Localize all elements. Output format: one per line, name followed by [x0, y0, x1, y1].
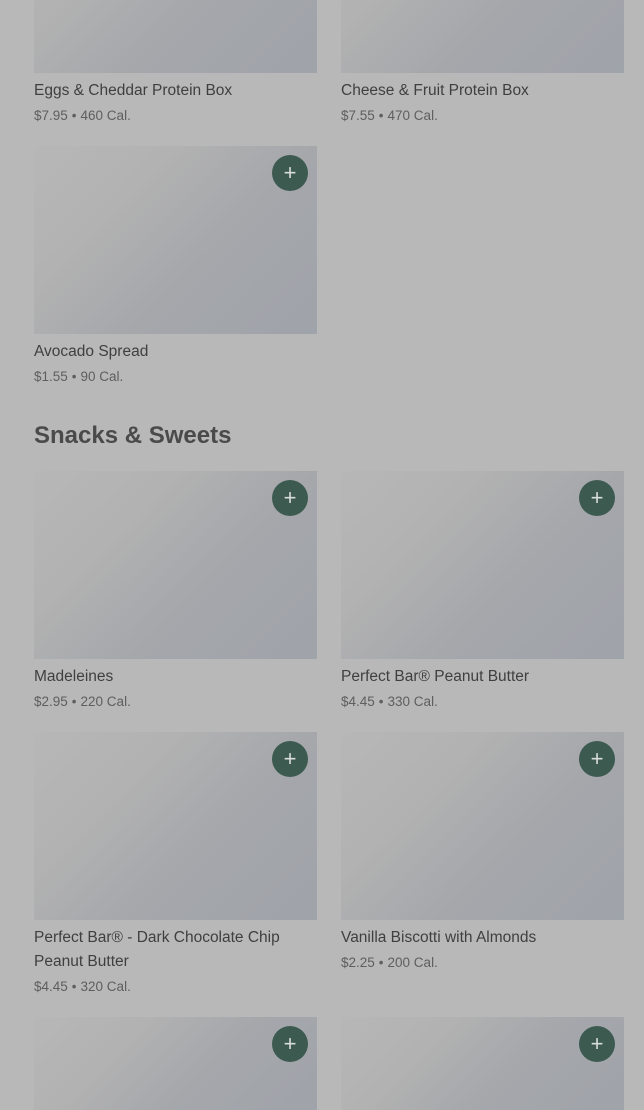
- product-price: $2.95: [34, 694, 68, 709]
- separator-dot: •: [378, 108, 384, 123]
- product-meta: $4.45 • 320 Cal.: [34, 975, 317, 999]
- product-card[interactable]: Cheese & Fruit Protein Box $7.55 • 470 Cal…: [341, 0, 624, 128]
- product-meta: $1.55 • 90 Cal.: [34, 365, 317, 389]
- product-image[interactable]: +: [341, 471, 624, 659]
- product-meta: $2.95 • 220 Cal.: [34, 690, 317, 714]
- product-image[interactable]: +: [341, 1017, 624, 1110]
- product-card[interactable]: + Perfect Bar® - Dark Chocolate Chip Pea…: [34, 732, 317, 999]
- product-calories: 460 Cal.: [80, 108, 131, 123]
- product-image[interactable]: +: [341, 732, 624, 920]
- product-image[interactable]: +: [34, 1017, 317, 1110]
- separator-dot: •: [378, 694, 384, 709]
- product-price: $2.25: [341, 955, 375, 970]
- product-calories: 320 Cal.: [80, 979, 131, 994]
- product-card[interactable]: + Vanilla Biscotti with Almonds $2.25 • 20…: [341, 732, 624, 975]
- product-calories: 90 Cal.: [80, 369, 124, 384]
- product-name[interactable]: Perfect Bar® - Dark Chocolate Chip Peanu…: [34, 926, 317, 974]
- product-image[interactable]: +: [34, 732, 317, 920]
- add-to-order-button[interactable]: +: [272, 1026, 308, 1062]
- product-image[interactable]: +: [34, 146, 317, 334]
- product-price: $1.55: [34, 369, 68, 384]
- product-image[interactable]: +: [34, 471, 317, 659]
- add-to-order-button[interactable]: +: [272, 155, 308, 191]
- product-price: $4.45: [341, 694, 375, 709]
- plus-icon: +: [283, 746, 297, 771]
- product-card[interactable]: + Avocado Spread $1.55 • 90 Cal.: [34, 146, 317, 389]
- separator-dot: •: [71, 108, 77, 123]
- add-to-order-button[interactable]: +: [579, 480, 615, 516]
- product-image[interactable]: [341, 0, 624, 73]
- product-card[interactable]: Eggs & Cheddar Protein Box $7.95 • 460 Cal…: [34, 0, 317, 128]
- product-meta: $7.55 • 470 Cal.: [341, 104, 624, 128]
- product-calories: 330 Cal.: [387, 694, 438, 709]
- add-to-order-button[interactable]: +: [579, 741, 615, 777]
- product-name[interactable]: Eggs & Cheddar Protein Box: [34, 79, 317, 103]
- section-title: Snacks & Sweets: [34, 422, 232, 449]
- product-card[interactable]: + Perfect Bar® Peanut Butter $4.45 • 330 C…: [341, 471, 624, 714]
- product-image[interactable]: [34, 0, 317, 73]
- plus-icon: +: [590, 485, 604, 510]
- product-card[interactable]: +: [341, 1017, 624, 1110]
- product-price: $7.55: [341, 108, 375, 123]
- product-name[interactable]: Perfect Bar® Peanut Butter: [341, 665, 624, 689]
- product-meta: $7.95 • 460 Cal.: [34, 104, 317, 128]
- separator-dot: •: [71, 369, 77, 384]
- product-calories: 470 Cal.: [387, 108, 438, 123]
- product-calories: 200 Cal.: [387, 955, 438, 970]
- separator-dot: •: [71, 979, 77, 994]
- plus-icon: +: [283, 160, 297, 185]
- product-price: $7.95: [34, 108, 68, 123]
- product-meta: $4.45 • 330 Cal.: [341, 690, 624, 714]
- product-name[interactable]: Avocado Spread: [34, 340, 317, 364]
- add-to-order-button[interactable]: +: [579, 1026, 615, 1062]
- plus-icon: +: [283, 1031, 297, 1056]
- product-meta: $2.25 • 200 Cal.: [341, 951, 624, 975]
- product-calories: 220 Cal.: [80, 694, 131, 709]
- product-price: $4.45: [34, 979, 68, 994]
- product-name[interactable]: Vanilla Biscotti with Almonds: [341, 926, 624, 950]
- separator-dot: •: [378, 955, 384, 970]
- product-name[interactable]: Madeleines: [34, 665, 317, 689]
- plus-icon: +: [590, 746, 604, 771]
- product-card[interactable]: +: [34, 1017, 317, 1110]
- add-to-order-button[interactable]: +: [272, 741, 308, 777]
- product-card[interactable]: + Madeleines $2.95 • 220 Cal.: [34, 471, 317, 714]
- product-name[interactable]: Cheese & Fruit Protein Box: [341, 79, 624, 103]
- plus-icon: +: [590, 1031, 604, 1056]
- plus-icon: +: [283, 485, 297, 510]
- separator-dot: •: [71, 694, 77, 709]
- add-to-order-button[interactable]: +: [272, 480, 308, 516]
- menu-page: Eggs & Cheddar Protein Box $7.95 • 460 Cal…: [0, 0, 644, 1110]
